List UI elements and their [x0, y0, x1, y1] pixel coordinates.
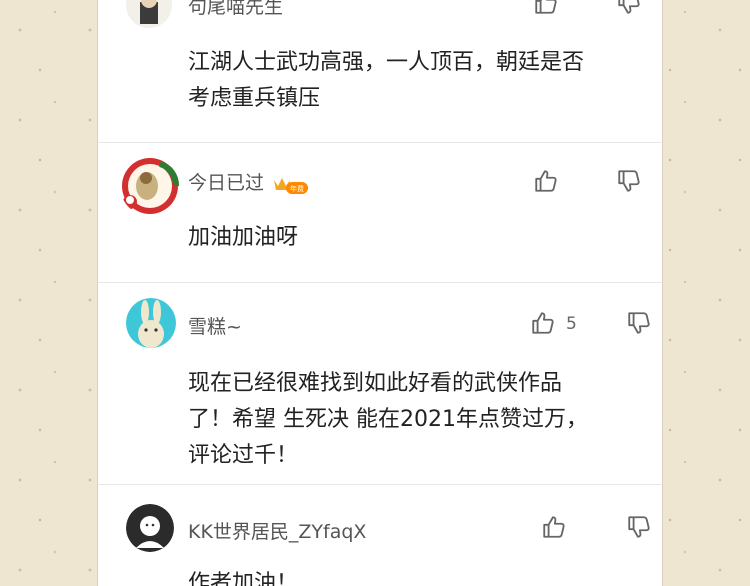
like-count: 5: [566, 314, 577, 334]
avatar[interactable]: [126, 0, 172, 28]
username[interactable]: KK世界居民_ZYfaqX: [188, 517, 366, 544]
thumbs-up-icon[interactable]: [533, 168, 559, 194]
comment-text: 江湖人士武功高强，一人顶百，朝廷是否 考虑重兵镇压: [188, 45, 648, 117]
comment-line: 加油加油呀: [188, 225, 299, 250]
username[interactable]: 雪糕~: [188, 312, 242, 339]
comment-item: 今日已过 年费 加油加油呀: [98, 142, 662, 282]
comment-text: 作者加油！: [188, 566, 648, 586]
avatar[interactable]: [120, 156, 180, 216]
thumbs-up-icon[interactable]: [533, 0, 559, 16]
thumbs-down-icon[interactable]: [616, 0, 642, 16]
thumbs-down-icon[interactable]: [616, 168, 642, 194]
comment-line: 现在已经很难找到如此好看的武侠作品: [188, 371, 563, 396]
comment-text: 加油加油呀: [188, 220, 648, 256]
thumbs-up-icon[interactable]: [541, 514, 567, 540]
comment-item: 句尾喵先生 江湖人士武功高强，一人顶百，朝廷是否 考虑重兵镇压: [98, 0, 662, 140]
comment-text: 现在已经很难找到如此好看的武侠作品 了！希望 生死决 能在2021年点赞过万， …: [188, 366, 648, 474]
comment-line: 评论过千！: [188, 443, 299, 468]
thumbs-down-icon[interactable]: [626, 310, 652, 336]
comment-item: 雪糕~ 5 现在已经很难找到如此好看的武侠作品 了！希望 生死决 能在2021年…: [98, 282, 662, 482]
comment-line: 作者加油！: [188, 571, 299, 586]
username[interactable]: 句尾喵先生: [188, 0, 283, 19]
comment-panel: 句尾喵先生 江湖人士武功高强，一人顶百，朝廷是否 考虑重兵镇压 今日已过 年费 …: [97, 0, 663, 586]
thumbs-down-icon[interactable]: [626, 514, 652, 540]
avatar[interactable]: [126, 298, 176, 348]
thumbs-up-icon[interactable]: [530, 310, 556, 336]
comment-line: 江湖人士武功高强，一人顶百，朝廷是否: [188, 50, 585, 75]
comment-line: 了！希望 生死决 能在2021年点赞过万，: [188, 407, 588, 432]
vip-badge-label: 年费: [290, 184, 304, 193]
vip-badge: 年费: [272, 174, 309, 194]
avatar[interactable]: [126, 504, 174, 552]
username[interactable]: 今日已过: [188, 172, 264, 194]
comment-item: KK世界居民_ZYfaqX 作者加油！: [98, 484, 662, 586]
username-row: 今日已过 年费: [188, 168, 309, 195]
comment-line: 考虑重兵镇压: [188, 86, 321, 111]
